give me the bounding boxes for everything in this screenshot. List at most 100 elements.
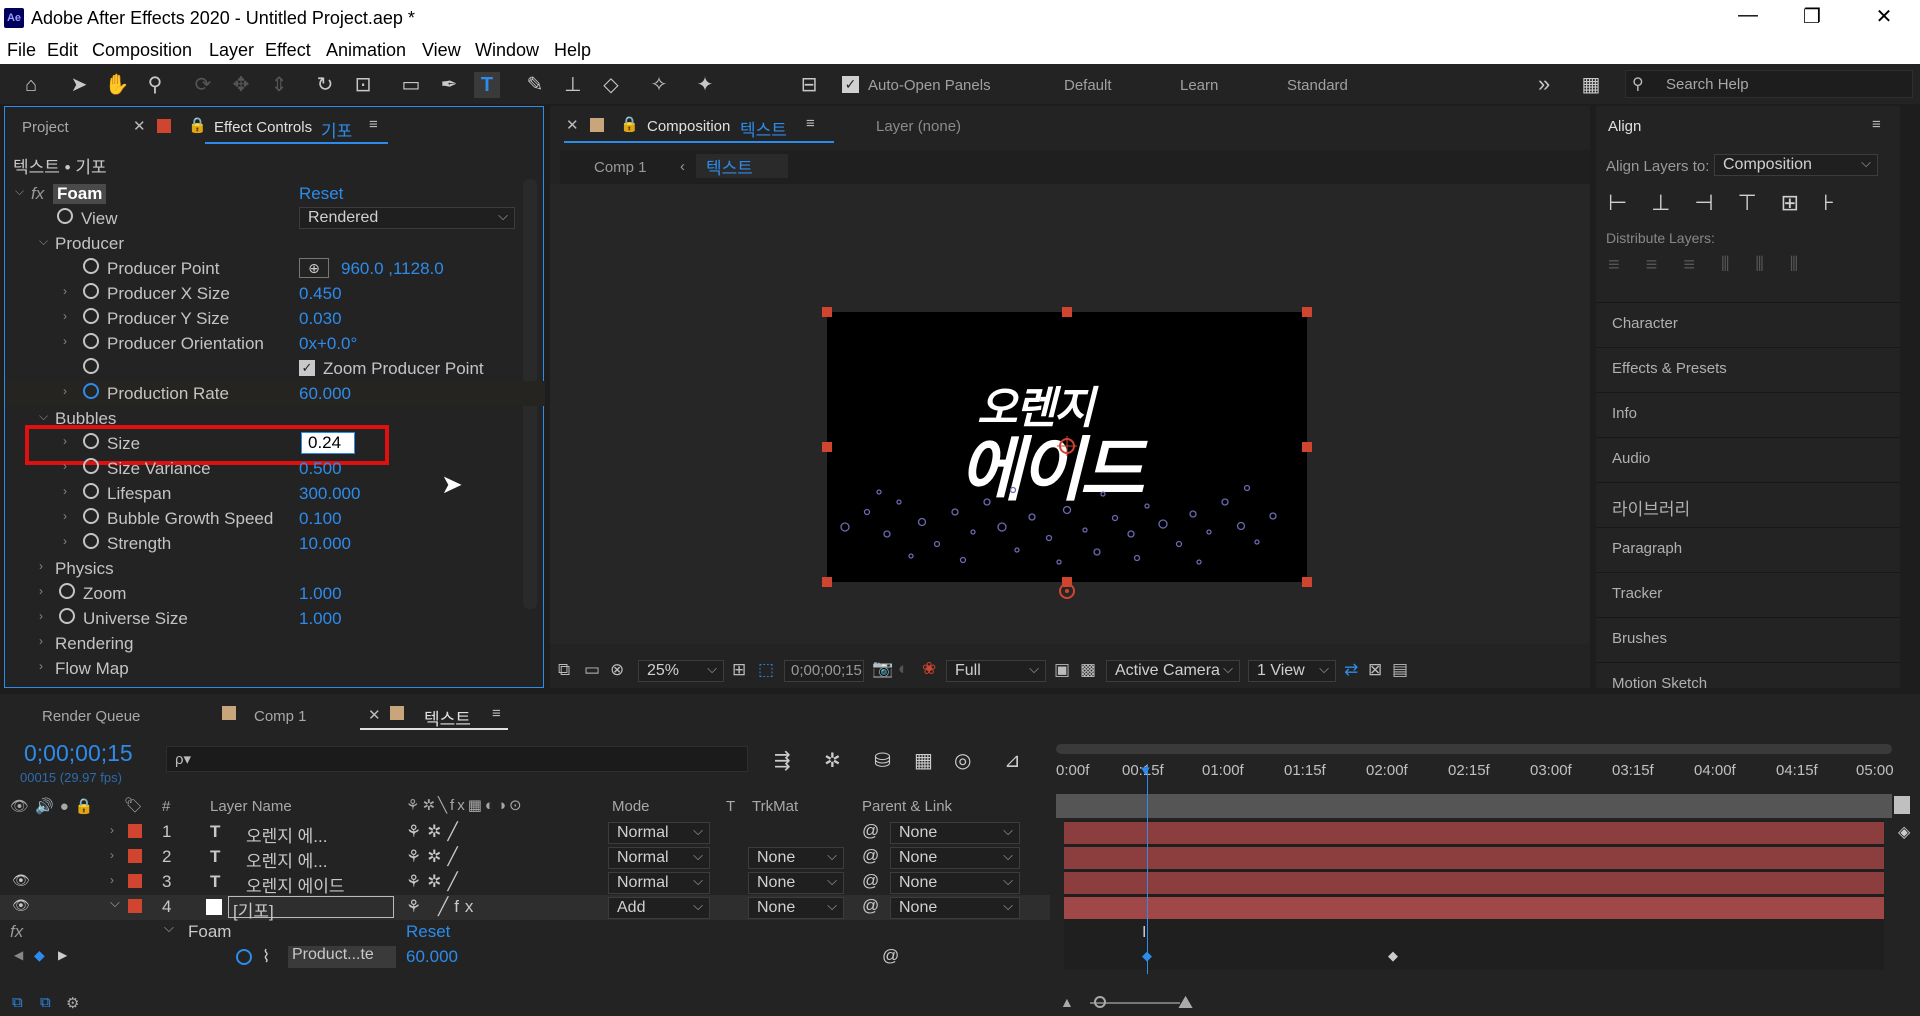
layer-row-1[interactable]: › 1 T 오렌지 에... ⚘✲╱ Normal @ None	[0, 820, 1050, 846]
transform-handle[interactable]	[1302, 577, 1312, 587]
tab-render-queue[interactable]: Render Queue	[42, 708, 140, 725]
expand-arrow-icon[interactable]: ›	[63, 334, 67, 348]
prop-value[interactable]: 1.000	[299, 584, 342, 604]
layer-name[interactable]: 오렌지 에이드	[246, 872, 345, 897]
zoom-producer-checkbox[interactable]: ✓	[299, 360, 315, 376]
trkmat-dropdown[interactable]: None	[748, 896, 844, 919]
layer-switches[interactable]: ⚘✲╱	[406, 822, 464, 842]
tab-layer-none[interactable]: Layer (none)	[876, 118, 961, 135]
more-workspaces-button[interactable]: »	[1538, 71, 1550, 97]
puppet-tool-icon[interactable]: ✦	[692, 72, 718, 98]
layer-switches[interactable]: ⚘✲╱	[406, 847, 464, 867]
prop-value[interactable]: 0.030	[299, 309, 342, 329]
type-tool-icon[interactable]: T	[474, 72, 500, 98]
graph-editor-icon[interactable]: ⊿	[1004, 748, 1021, 773]
pickwhip-icon[interactable]: @	[862, 821, 879, 841]
modes-toggle-icon[interactable]: ⧉	[40, 994, 51, 1011]
pickwhip-icon[interactable]: @	[862, 896, 879, 916]
selection-tool-icon[interactable]: ➤	[66, 72, 92, 98]
label-color[interactable]	[128, 899, 142, 913]
layer-switches[interactable]: ⚘ ╱fx	[406, 897, 479, 917]
close-tab-icon[interactable]: ✕	[566, 116, 579, 134]
monitor-icon[interactable]: ▭	[584, 660, 600, 680]
always-preview-icon[interactable]: ⧉	[558, 660, 570, 680]
tab-composition[interactable]: Composition	[647, 118, 730, 135]
show-snapshot-icon[interactable]: ◐	[898, 659, 908, 679]
pickwhip-icon[interactable]: @	[862, 871, 879, 891]
expand-arrow-icon[interactable]: ›	[39, 559, 43, 573]
label-color[interactable]	[128, 824, 142, 838]
label-color[interactable]	[128, 874, 142, 888]
stopwatch-icon[interactable]	[59, 608, 75, 624]
effect-prop-row[interactable]: ◀ ◆ ▶ ⌇ Product...te 60.000 @	[0, 945, 1050, 970]
prev-keyframe-icon[interactable]: ◀	[14, 948, 23, 962]
comp-mini-flowchart-icon[interactable]: ⇶	[774, 748, 791, 773]
prop-value[interactable]: 60.000	[299, 384, 351, 404]
prop-value[interactable]: 960.0 ,1128.0	[341, 259, 444, 279]
eye-icon[interactable]: 👁	[12, 897, 30, 914]
color-channels-icon[interactable]: ❀	[922, 659, 936, 679]
lock-icon[interactable]: 🔒	[620, 115, 639, 133]
fx-icon[interactable]: fx	[31, 184, 44, 204]
expand-arrow-icon[interactable]: ›	[39, 659, 43, 673]
home-icon[interactable]: ⌂	[18, 72, 44, 98]
panel-audio[interactable]: Audio	[1596, 437, 1900, 477]
grid-icon[interactable]: ⊞	[732, 660, 746, 680]
label-color[interactable]	[128, 849, 142, 863]
panel-motion-sketch[interactable]: Motion Sketch	[1596, 662, 1900, 688]
view-dropdown[interactable]: Rendered	[299, 206, 515, 229]
trkmat-dropdown[interactable]: None	[748, 846, 844, 869]
stopwatch-icon[interactable]	[83, 508, 99, 524]
crosshair-icon[interactable]: ⊕	[299, 258, 329, 278]
rectangle-tool-icon[interactable]: ▭	[398, 72, 424, 98]
layer-switches-toggle-icon[interactable]: ⧉	[12, 994, 23, 1011]
mode-dropdown[interactable]: Normal	[608, 846, 710, 869]
stopwatch-icon[interactable]	[57, 208, 73, 224]
prop-value[interactable]: 0.500	[299, 459, 342, 479]
frame-blending-icon[interactable]: ▦	[914, 748, 933, 773]
stopwatch-icon[interactable]	[83, 483, 99, 499]
panel-menu-icon[interactable]: ≡	[369, 116, 378, 133]
pickwhip-icon[interactable]: @	[862, 846, 879, 866]
expand-arrow-icon[interactable]: ›	[63, 484, 67, 498]
anchor-point-icon[interactable]	[1055, 434, 1079, 458]
stopwatch-icon[interactable]	[83, 458, 99, 474]
mask-visibility-icon[interactable]: ⊗	[610, 660, 624, 680]
zoom-tool-icon[interactable]: ⚲	[142, 72, 168, 98]
reset-exposure-icon[interactable]: ⊠	[1368, 660, 1382, 680]
layer-bar[interactable]	[1064, 822, 1884, 844]
stopwatch-icon[interactable]	[83, 358, 99, 374]
group-physics[interactable]: › Physics	[5, 556, 545, 581]
menu-window[interactable]: Window	[475, 40, 539, 61]
pen-tool-icon[interactable]: ✒	[436, 72, 462, 98]
pan-camera-icon[interactable]: ✥	[228, 72, 254, 98]
layer-row-3[interactable]: 👁 › 3 T 오렌지 에이드 ⚘✲╱ Normal None @ None	[0, 870, 1050, 897]
hand-tool-icon[interactable]: ✋	[104, 72, 130, 98]
panel-toggle-icon[interactable]: ⊟	[796, 72, 822, 98]
layer-switches[interactable]: ⚘✲╱	[406, 872, 464, 892]
breadcrumb-text-comp[interactable]: 텍스트	[696, 154, 788, 178]
panel-character[interactable]: Character	[1596, 302, 1900, 342]
auto-open-checkbox[interactable]: ✓	[842, 76, 859, 93]
add-keyframe-icon[interactable]: ◆	[34, 947, 45, 964]
group-rendering[interactable]: › Rendering	[5, 631, 545, 656]
layer-name[interactable]: [기포]	[228, 896, 394, 921]
align-buttons-group[interactable]: ⊢⊥⊣⊤⊞⊦	[1608, 190, 1878, 218]
stopwatch-icon[interactable]	[83, 533, 99, 549]
align-to-dropdown[interactable]: Composition	[1714, 153, 1878, 176]
keyframe-icon[interactable]: ◆	[1388, 948, 1398, 964]
expand-arrow-icon[interactable]: ›	[110, 848, 114, 862]
prop-value[interactable]: 60.000	[406, 947, 458, 967]
workspace-default[interactable]: Default	[1064, 77, 1112, 94]
group-flow-map[interactable]: › Flow Map	[5, 656, 545, 681]
menu-help[interactable]: Help	[554, 40, 591, 61]
panel-paragraph[interactable]: Paragraph	[1596, 527, 1900, 567]
prop-value[interactable]: 300.000	[299, 484, 360, 504]
parent-dropdown[interactable]: None	[890, 896, 1020, 919]
work-area-strip[interactable]	[1056, 794, 1892, 818]
expand-arrow-icon[interactable]: ›	[39, 634, 43, 648]
menu-effect[interactable]: Effect	[265, 40, 311, 61]
layer-bar-selected[interactable]	[1064, 897, 1884, 919]
menu-animation[interactable]: Animation	[326, 40, 406, 61]
parent-dropdown[interactable]: None	[890, 871, 1020, 894]
